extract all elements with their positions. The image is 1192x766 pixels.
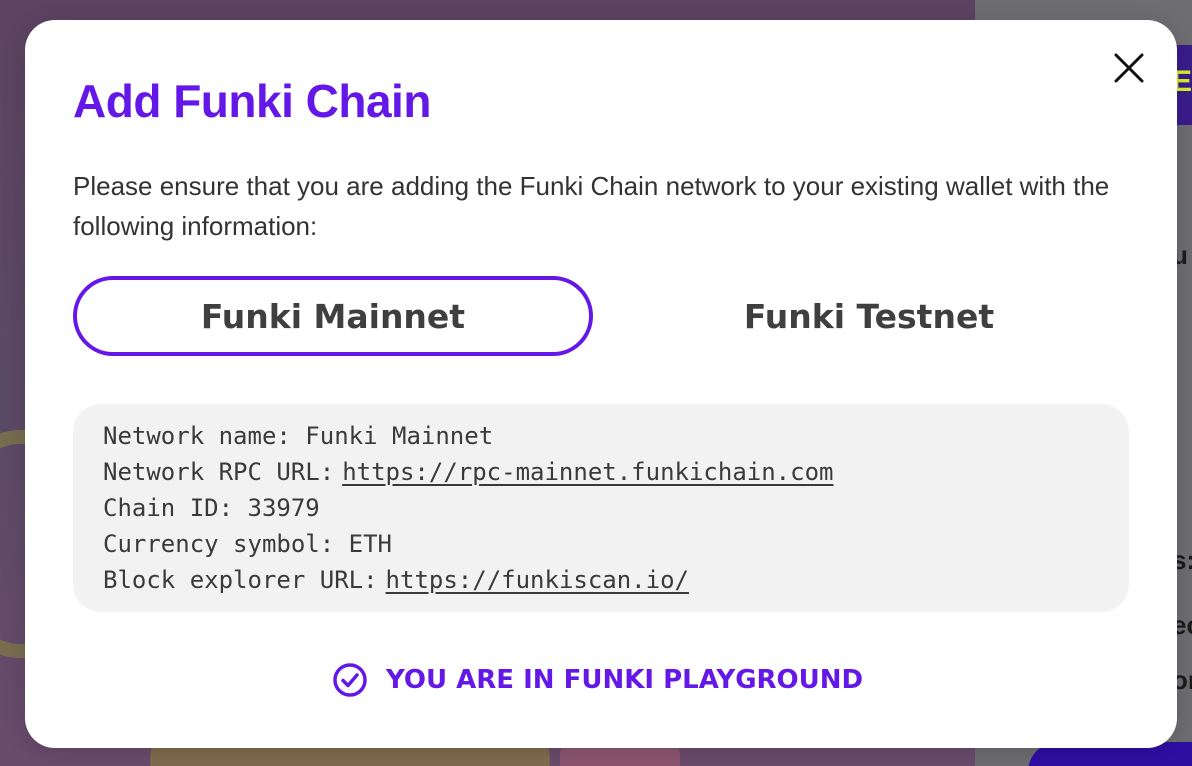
currency-value: ETH	[348, 530, 392, 558]
rpc-url-row: Network RPC URL: https://rpc-mainnet.funk…	[103, 454, 1099, 490]
explorer-link[interactable]: https://funkiscan.io/	[386, 566, 689, 594]
network-name-row: Network name: Funki Mainnet	[103, 418, 1099, 454]
tab-label: Funki Mainnet	[200, 296, 466, 336]
currency-label: Currency symbol:	[103, 530, 335, 558]
explorer-label: Block explorer URL:	[103, 566, 378, 594]
network-status: YOU ARE IN FUNKI PLAYGROUND	[332, 660, 863, 700]
network-info-box: Network name: Funki Mainnet Network RPC …	[73, 404, 1129, 612]
close-button[interactable]	[1109, 48, 1149, 88]
add-chain-modal: Add Funki Chain Please ensure that you a…	[25, 20, 1177, 748]
chain-id-row: Chain ID: 33979	[103, 490, 1099, 526]
network-name-value: Funki Mainnet	[305, 422, 494, 450]
explorer-row: Block explorer URL: https://funkiscan.io/	[103, 562, 1099, 598]
close-icon	[1114, 53, 1144, 83]
tab-funki-testnet[interactable]: Funki Testnet	[609, 276, 1129, 356]
chain-id-value: 33979	[247, 494, 320, 522]
modal-description: Please ensure that you are adding the Fu…	[73, 171, 1110, 241]
check-circle-icon	[333, 663, 367, 697]
chain-id-label: Chain ID:	[103, 494, 234, 522]
tab-label: Funki Testnet	[743, 296, 995, 336]
rpc-url-label: Network RPC URL:	[103, 458, 335, 486]
rpc-url-link[interactable]: https://rpc-mainnet.funkichain.com	[342, 458, 833, 486]
tab-funki-mainnet[interactable]: Funki Mainnet	[73, 276, 593, 356]
modal-title: Add Funki Chain	[73, 75, 431, 127]
currency-row: Currency symbol: ETH	[103, 526, 1099, 562]
network-name-label: Network name:	[103, 422, 291, 450]
status-text: YOU ARE IN FUNKI PLAYGROUND	[386, 665, 864, 695]
